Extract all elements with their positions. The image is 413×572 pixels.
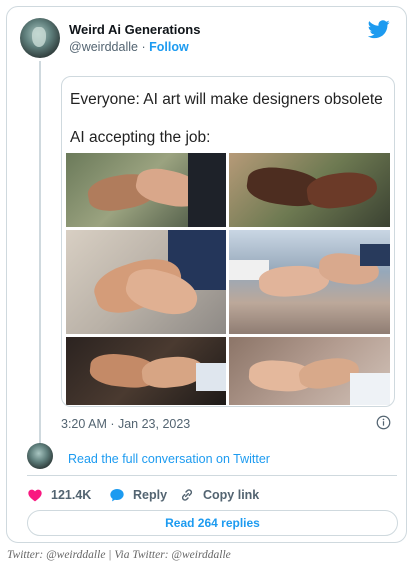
image-caption: Twitter: @weirddalle | Via Twitter: @wei…	[7, 549, 231, 561]
handshake-photo	[66, 337, 226, 405]
meme-text-top: Everyone: AI art will make designers obs…	[70, 91, 383, 108]
copy-link-button[interactable]: Copy link	[179, 485, 259, 505]
follow-button[interactable]: Follow	[149, 40, 189, 54]
info-icon[interactable]	[376, 415, 391, 430]
reply-button[interactable]: Reply	[109, 485, 167, 505]
handshake-photo	[229, 230, 390, 334]
like-button[interactable]: 121.4K	[27, 485, 91, 505]
tweet-timestamp[interactable]: 3:20 AM · Jan 23, 2023	[61, 417, 190, 431]
read-replies-button[interactable]: Read 264 replies	[27, 510, 398, 536]
handshake-photo-grid	[66, 153, 390, 405]
author-avatar[interactable]	[20, 18, 60, 58]
twitter-bird-icon[interactable]	[368, 18, 390, 40]
author-handle[interactable]: @weirddalle	[69, 40, 138, 54]
reply-bubble-icon	[110, 489, 124, 502]
handshake-photo	[229, 153, 390, 227]
tweet-media-image[interactable]: Everyone: AI art will make designers obs…	[61, 76, 395, 407]
author-display-name[interactable]: Weird Ai Generations	[69, 22, 200, 37]
tweet-header: Weird Ai Generations @weirddalle · Follo…	[20, 18, 393, 58]
link-icon	[181, 489, 193, 501]
reply-label: Reply	[133, 488, 168, 502]
thread-line	[39, 61, 41, 446]
meme-text-middle: AI accepting the job:	[70, 129, 211, 146]
reply-author-avatar[interactable]	[27, 443, 53, 469]
handle-separator: ·	[141, 40, 146, 54]
like-count: 121.4K	[51, 488, 92, 502]
handshake-photo	[229, 337, 390, 405]
handshake-photo	[66, 230, 226, 334]
copy-link-label: Copy link	[203, 488, 260, 502]
embedded-tweet-card: Weird Ai Generations @weirddalle · Follo…	[6, 6, 407, 543]
handshake-photo	[66, 153, 226, 227]
tweet-actions: 121.4K Reply Copy link	[27, 485, 397, 505]
author-handle-row: @weirddalle · Follow	[69, 40, 189, 54]
divider	[27, 475, 397, 476]
read-full-conversation-link[interactable]: Read the full conversation on Twitter	[68, 452, 270, 466]
heart-icon	[28, 489, 42, 502]
